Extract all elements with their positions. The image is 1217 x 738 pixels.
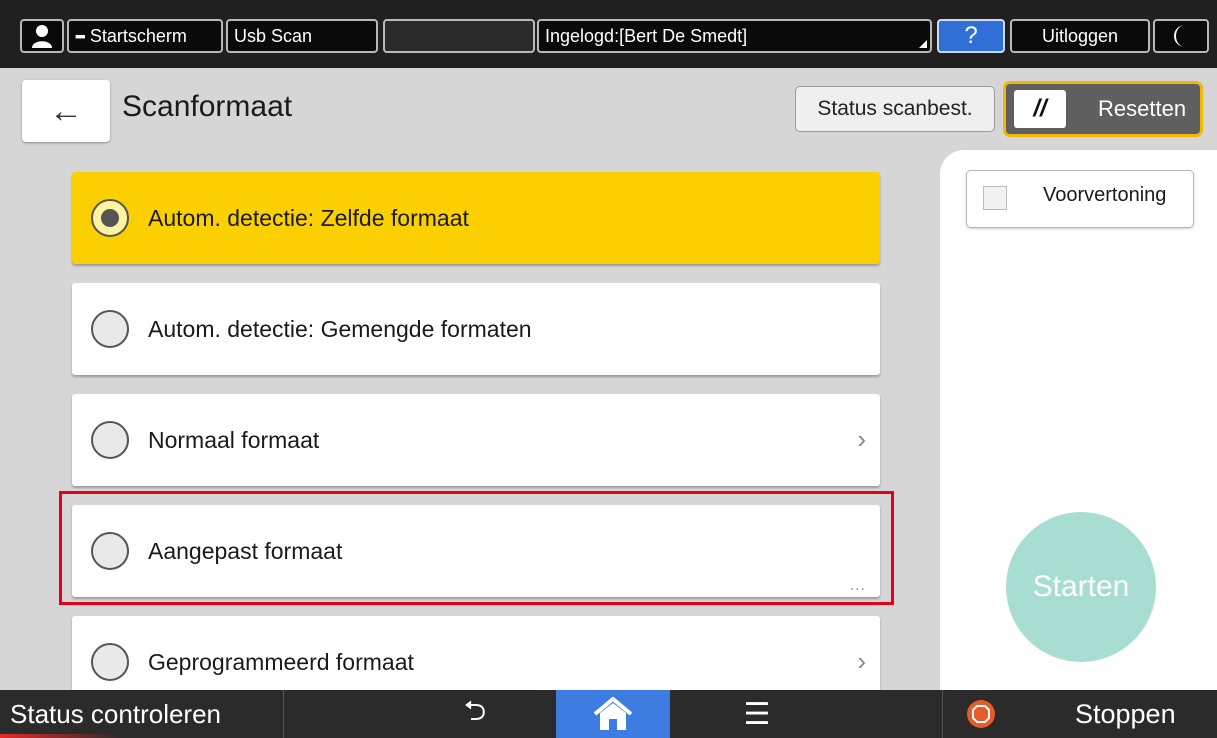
page-title: Scanformaat [122,90,293,123]
login-status[interactable]: Ingelogd:[Bert De Smedt] [537,19,932,53]
nav-back-button[interactable]: ⮌ [440,690,510,738]
energy-saver-button[interactable] [1153,19,1209,53]
preview-toggle[interactable]: Voorvertoning [966,170,1194,228]
scan-status-button[interactable]: Status scanbest. [795,86,995,132]
chevron-right-icon: › [857,646,866,676]
right-panel: Voorvertoning Starten [940,150,1217,690]
option-label: Autom. detectie: Zelfde formaat [148,204,469,231]
user-button[interactable] [20,19,64,53]
logout-label: Uitloggen [1041,25,1119,46]
radio-button [91,421,129,459]
radio-button [91,310,129,348]
page-header: ← Scanformaat Status scanbest. // Resett… [0,68,1217,156]
nav-home-button[interactable] [556,690,670,738]
radio-button-selected [91,199,129,237]
usb-scan-tab[interactable]: Usb Scan [226,19,378,53]
option-auto-same-size[interactable]: Autom. detectie: Zelfde formaat [72,172,880,264]
alert-indicator [0,734,120,738]
option-label: Normaal formaat [148,426,320,453]
user-icon [32,25,52,48]
nav-menu-button[interactable]: ☰ [722,690,792,738]
scan-size-options: Autom. detectie: Zelfde formaat Autom. d… [0,156,940,690]
preview-label: Voorvertoning [1043,184,1167,206]
chevron-right-icon: › [857,424,866,454]
usb-scan-label: Usb Scan [234,25,313,46]
back-button[interactable]: ← [22,80,110,142]
start-label: Starten [1032,570,1130,603]
check-status-label: Status controleren [10,698,222,729]
moon-icon [1174,25,1185,47]
start-button[interactable]: Starten [1006,512,1156,662]
login-status-label: Ingelogd:[Bert De Smedt] [545,25,748,46]
reset-icon: // [1014,90,1066,128]
check-status-button[interactable]: Status controleren [0,690,284,738]
logout-button[interactable]: Uitloggen [1010,19,1150,53]
help-button[interactable]: ? [937,19,1005,53]
stop-icon [967,700,995,728]
reset-label: Resetten [1098,96,1187,121]
option-regular-size[interactable]: Normaal formaat › [72,394,880,486]
menu-icon: ☰ [743,697,771,731]
home-screen-button[interactable]: ▪▪▪ Startscherm [67,19,223,53]
back-arrow-icon: ← [49,91,83,130]
bottom-bar: Status controleren ⮌ ☰ Stoppen [0,690,1217,738]
help-label: ? [964,22,978,49]
option-label: Autom. detectie: Gemengde formaten [148,315,532,342]
home-screen-label: Startscherm [89,25,187,46]
empty-app-slot[interactable] [383,19,535,53]
return-arrow-icon: ⮌ [463,695,487,726]
option-label: Geprogrammeerd formaat [148,648,414,675]
scan-status-label: Status scanbest. [817,97,973,120]
option-auto-mixed-sizes[interactable]: Autom. detectie: Gemengde formaten [72,283,880,375]
stop-label: Stoppen [1075,698,1176,729]
apps-grid-icon: ▪▪▪ [75,28,86,44]
stop-button[interactable]: Stoppen [942,690,1217,738]
home-icon [593,697,633,730]
reset-button[interactable]: // Resetten [1003,81,1203,137]
highlight-box [59,491,894,605]
preview-checkbox[interactable] [983,186,1007,210]
expand-corner-icon [919,40,927,48]
option-programmed-size[interactable]: Geprogrammeerd formaat › [72,616,880,690]
radio-button [91,643,129,681]
top-bar: ▪▪▪ Startscherm Usb Scan Ingelogd:[Bert … [0,0,1217,68]
